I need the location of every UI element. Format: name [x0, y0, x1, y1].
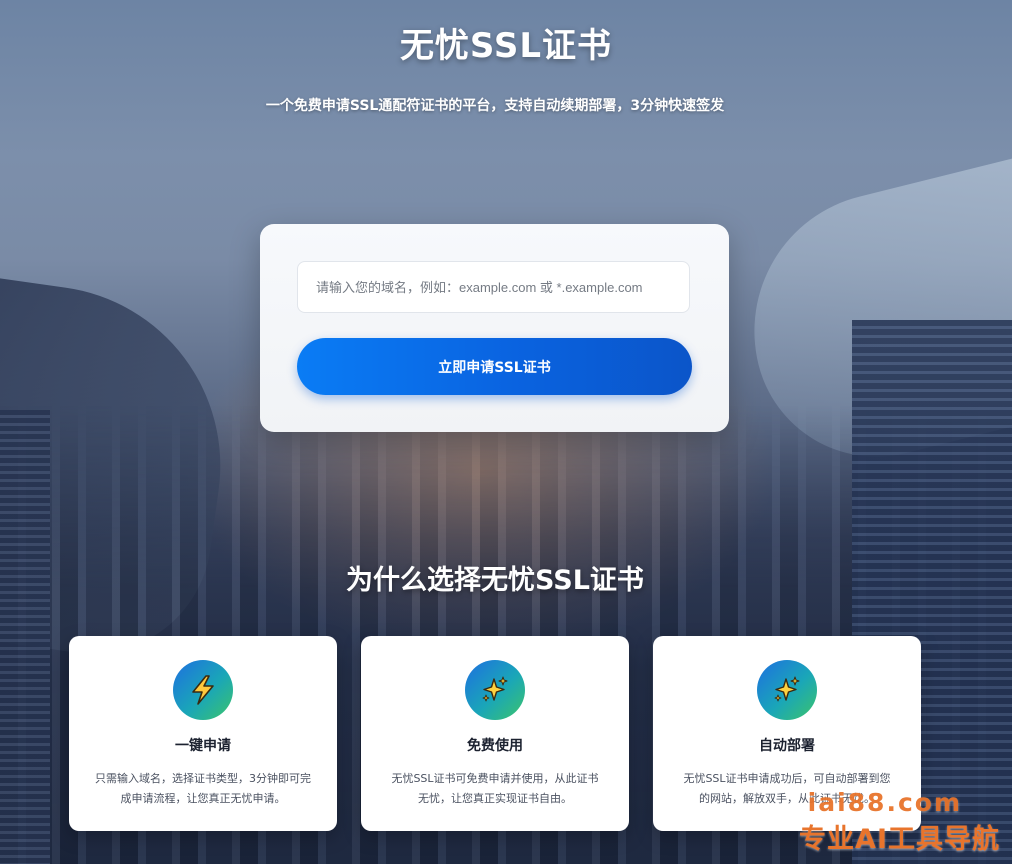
feature-title: 免费使用	[467, 738, 523, 754]
feature-card-free: 免费使用 无忧SSL证书可免费申请并使用，从此证书无忧，让您真正实现证书自由。	[361, 636, 629, 831]
feature-title: 一键申请	[175, 738, 231, 754]
domain-input[interactable]	[297, 261, 690, 313]
feature-card-one-click: 一键申请 只需输入域名，选择证书类型，3分钟即可完成申请流程，让您真正无忧申请。	[69, 636, 337, 831]
lightning-icon	[173, 660, 233, 720]
sparkles-icon	[757, 660, 817, 720]
sparkles-icon	[465, 660, 525, 720]
page-title: 无忧SSL证书	[399, 26, 613, 66]
feature-title: 自动部署	[759, 738, 815, 754]
page: 无忧SSL证书 一个免费申请SSL通配符证书的平台，支持自动续期部署，3分钟快速…	[0, 0, 1012, 864]
feature-description: 只需输入域名，选择证书类型，3分钟即可完成申请流程，让您真正无忧申请。	[95, 772, 311, 805]
apply-card: 立即申请SSL证书	[260, 224, 729, 432]
watermark-url: iai88.com	[807, 788, 962, 817]
feature-description: 无忧SSL证书可免费申请并使用，从此证书无忧，让您真正实现证书自由。	[391, 772, 599, 805]
why-section-title: 为什么选择无忧SSL证书	[346, 565, 644, 596]
watermark-name: 专业AI工具导航	[799, 824, 1000, 855]
background-tower-left	[0, 410, 50, 864]
page-subtitle: 一个免费申请SSL通配符证书的平台，支持自动续期部署，3分钟快速签发	[265, 98, 725, 114]
watermark: iai88.com 专业AI工具导航	[799, 788, 1000, 856]
apply-ssl-button[interactable]: 立即申请SSL证书	[297, 338, 692, 395]
